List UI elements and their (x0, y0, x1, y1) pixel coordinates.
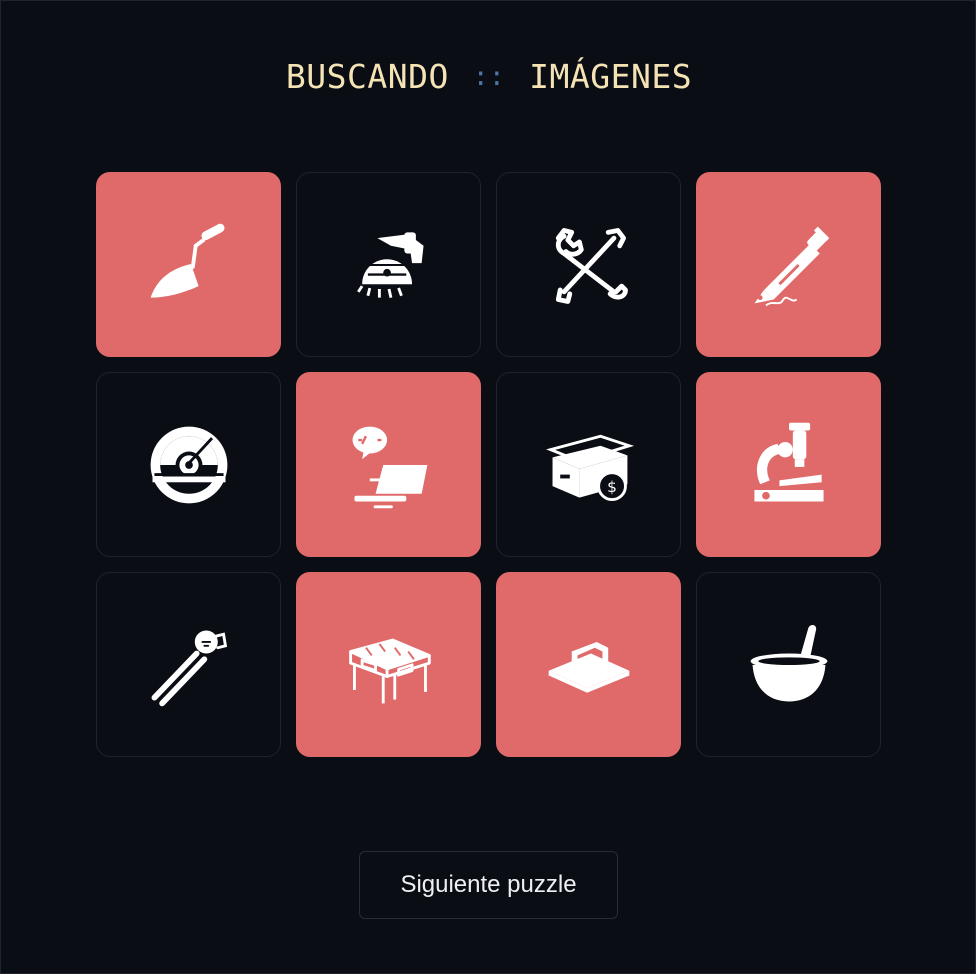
image-tile[interactable] (696, 372, 881, 557)
image-tile[interactable] (496, 572, 681, 757)
image-tile[interactable] (296, 172, 481, 357)
desk-icon (348, 638, 431, 703)
mortar-pestle-icon (750, 624, 827, 701)
grout-float-icon (547, 641, 630, 695)
laptop-code-icon (352, 426, 427, 508)
microscope-icon (753, 422, 824, 501)
image-tile[interactable] (696, 172, 881, 357)
trowel-icon (150, 223, 225, 298)
image-tile[interactable] (296, 572, 481, 757)
crossed-wrenches-icon (555, 227, 628, 304)
image-tile[interactable] (96, 172, 281, 357)
money-box-icon: $ (545, 434, 634, 501)
title-right: IMÁGENES (529, 57, 693, 96)
title-left: BUSCANDO (285, 57, 449, 96)
page-title: BUSCANDO:: IMÁGENES (1, 57, 976, 96)
image-tile[interactable] (496, 172, 681, 357)
fountain-pen-icon (753, 226, 829, 306)
svg-text:$: $ (607, 477, 617, 495)
title-separator: :: (472, 62, 506, 92)
circular-saw-icon (356, 231, 424, 298)
saw-blade-icon (150, 426, 227, 503)
image-tile[interactable] (96, 372, 281, 557)
next-puzzle-button[interactable]: Siguiente puzzle (359, 851, 618, 919)
image-tile[interactable]: $ (496, 372, 681, 557)
puzzle-page: BUSCANDO:: IMÁGENES $ Siguiente puzzle (0, 0, 976, 974)
pliers-icon (151, 629, 227, 706)
image-tile[interactable] (296, 372, 481, 557)
image-tile[interactable] (696, 572, 881, 757)
image-tile[interactable] (96, 572, 281, 757)
image-grid: $ (96, 172, 881, 757)
